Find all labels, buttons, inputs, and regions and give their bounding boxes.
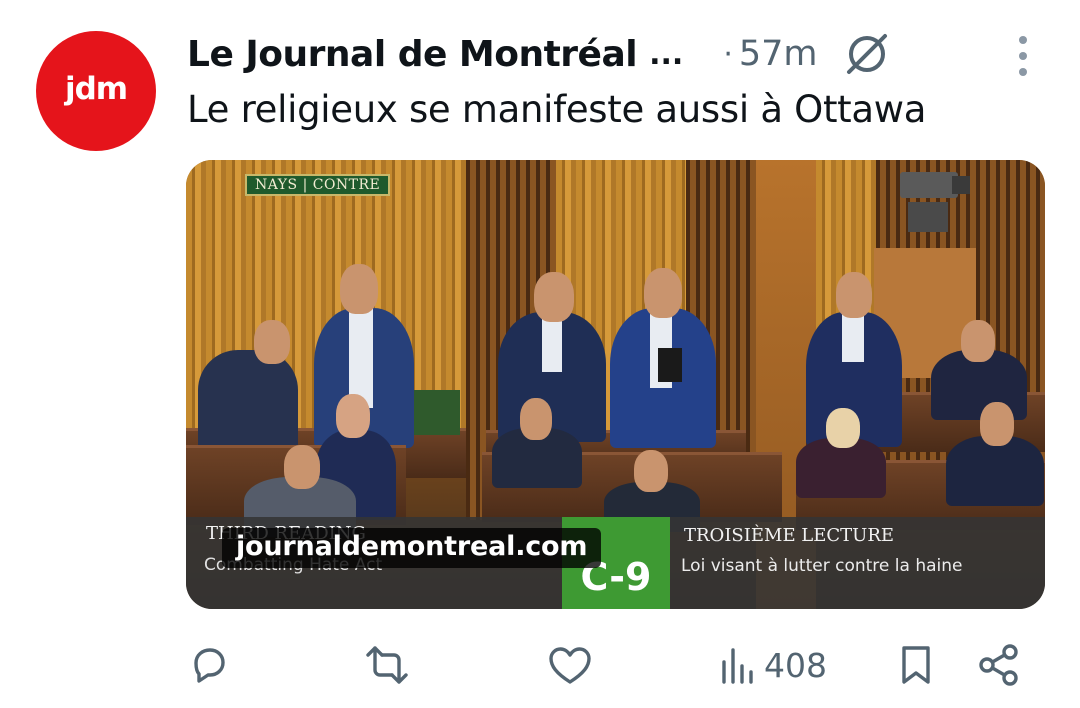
time-separator: ·	[723, 36, 733, 72]
author-name-truncation: ...	[649, 36, 684, 72]
camera-icon	[900, 172, 970, 232]
bookmark-button[interactable]	[896, 634, 936, 696]
french-bill-name: Loi visant à lutter contre la haine	[681, 556, 963, 576]
vote-badge: NAYS | CONTRE	[245, 174, 391, 196]
link-domain-label[interactable]: journaldemontreal.com	[222, 528, 602, 568]
french-reading-title: TROISIÈME LECTURE	[684, 525, 895, 546]
views-count: 408	[764, 645, 827, 685]
author-name[interactable]: Le Journal de Montréal	[187, 34, 638, 75]
more-options-icon[interactable]	[1016, 36, 1030, 76]
repost-button[interactable]	[362, 634, 412, 696]
post-media-card[interactable]: NAYS | CONTRE THIRD READING Combatting H…	[186, 160, 1045, 609]
grok-icon[interactable]	[840, 27, 894, 81]
repost-icon	[366, 646, 408, 684]
reply-icon	[194, 648, 225, 683]
share-icon	[979, 644, 1018, 686]
post-time[interactable]: 57m	[739, 34, 818, 74]
post-action-bar: 408	[186, 634, 1026, 696]
views-button[interactable]: 408	[718, 634, 827, 696]
avatar-logo-text: jdm	[64, 71, 128, 107]
post-header: Le Journal de Montréal ... · 57m	[187, 26, 1057, 82]
bookmark-icon	[902, 646, 930, 684]
post-text: Le religieux se manifeste aussi à Ottawa	[187, 88, 927, 131]
share-button[interactable]	[976, 634, 1022, 696]
views-icon	[722, 648, 753, 684]
author-avatar[interactable]: jdm	[36, 31, 156, 151]
like-button[interactable]	[546, 634, 594, 696]
reply-button[interactable]	[186, 634, 232, 696]
like-icon	[549, 647, 591, 684]
seat	[414, 390, 460, 435]
